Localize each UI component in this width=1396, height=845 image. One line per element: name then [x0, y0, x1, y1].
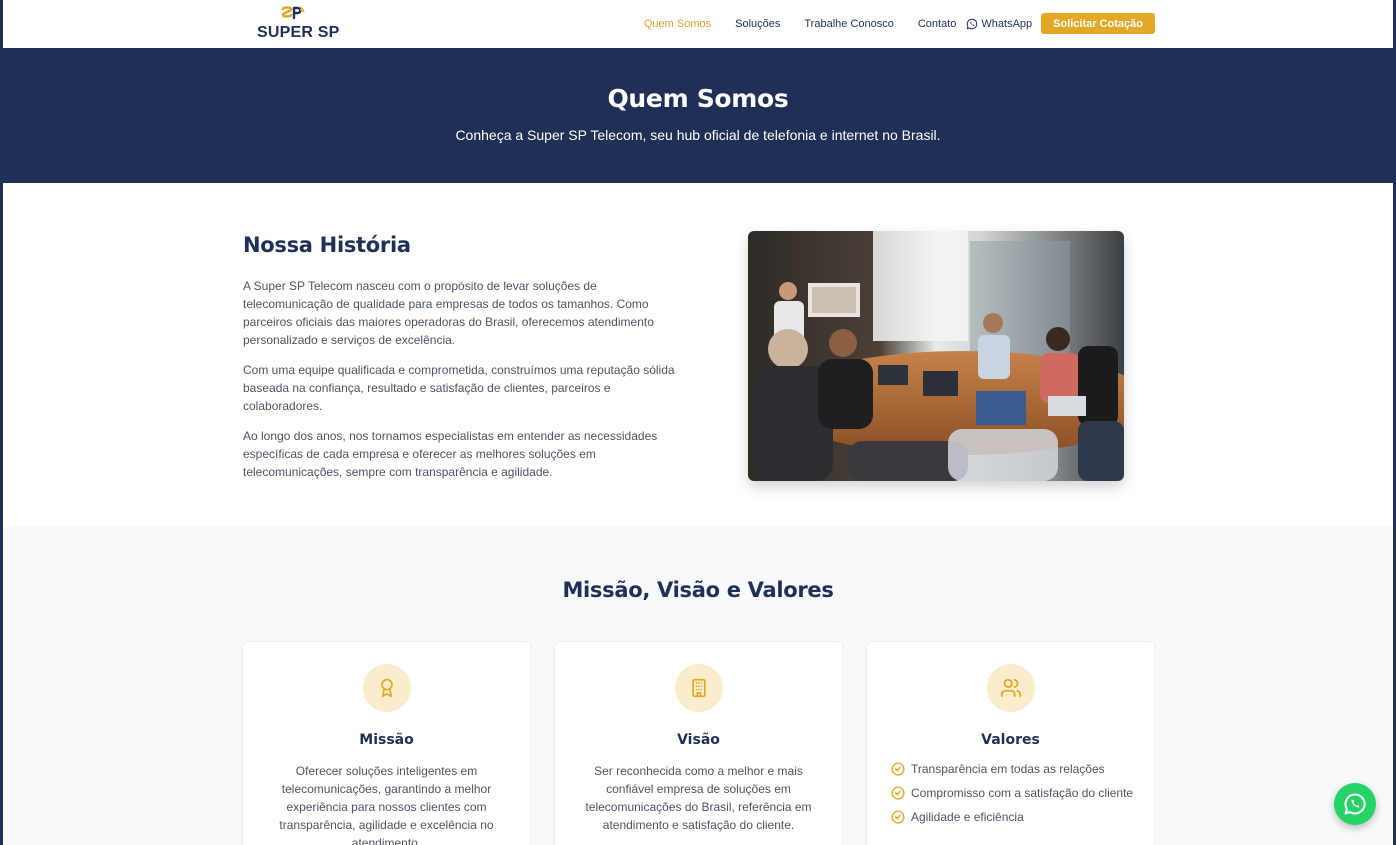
whatsapp-label: WhatsApp [981, 17, 1033, 30]
vision-card-title: Visão [677, 732, 720, 748]
values-card-title: Valores [981, 732, 1040, 748]
award-icon [380, 678, 393, 698]
site-header: SUPER SP Quem Somos Soluções Trabalhe Co… [3, 0, 1393, 48]
team-meeting-photo [748, 231, 1124, 481]
nav-link-trabalhe-conosco[interactable]: Trabalhe Conosco [804, 18, 893, 30]
super-sp-logo[interactable]: SUPER SP [257, 6, 340, 44]
hero-banner: Quem Somos Conheça a Super SP Telecom, s… [3, 48, 1393, 183]
vision-card: Visão Ser reconhecida como a melhor e ma… [554, 641, 843, 845]
main-nav: Quem Somos Soluções Trabalhe Conosco Con… [620, 13, 1155, 34]
values-card: Valores Transparência em todas as relaçõ… [866, 641, 1155, 845]
history-paragraph-2: Com uma equipe qualificada e comprometid… [243, 363, 675, 413]
whatsapp-icon [967, 18, 978, 29]
values-item-text: Compromisso com a satisfação do cliente [911, 786, 1134, 800]
history-section: Nossa História A Super SP Telecom nasceu… [3, 183, 1393, 527]
mission-icon-circle [362, 664, 411, 712]
mission-card-title: Missão [359, 732, 414, 748]
vision-card-text: Ser reconhecida como a melhor e mais con… [585, 764, 812, 832]
list-item: Agilidade e eficiência [891, 808, 1154, 826]
values-item-text: Agilidade e eficiência [911, 810, 1024, 824]
nav-link-whatsapp[interactable]: WhatsApp [966, 18, 1032, 30]
users-icon [1000, 678, 1021, 698]
mission-card-text: Oferecer soluções inteligentes em teleco… [279, 764, 494, 845]
values-item-text: Transparência em todas as relações [911, 762, 1105, 776]
check-circle-icon [891, 786, 905, 800]
values-icon-circle [986, 664, 1035, 712]
vision-icon-circle [674, 664, 723, 712]
whatsapp-icon [1344, 793, 1366, 815]
history-paragraph-3: Ao longo dos anos, nos tornamos especial… [243, 429, 658, 479]
list-item: Transparência em todas as relações [891, 760, 1154, 778]
check-circle-icon [891, 762, 905, 776]
list-item: Compromisso com a satisfação do cliente [891, 784, 1154, 802]
values-list: Transparência em todas as relações Compr… [891, 760, 1154, 826]
building-icon [691, 678, 706, 698]
logo-mark-icon [281, 6, 305, 20]
nav-link-quem-somos[interactable]: Quem Somos [644, 18, 711, 30]
mission-section-title: Missão, Visão e Valores [562, 578, 834, 602]
history-title: Nossa História [243, 233, 411, 257]
request-quote-button[interactable]: Solicitar Cotação [1041, 13, 1155, 34]
mission-vision-values-section: Missão, Visão e Valores Missão Oferecer … [3, 527, 1393, 845]
page-subtitle: Conheça a Super SP Telecom, seu hub ofic… [455, 127, 941, 143]
history-paragraph-1: A Super SP Telecom nasceu com o propósit… [243, 279, 654, 347]
nav-link-solucoes[interactable]: Soluções [735, 18, 780, 30]
check-circle-icon [891, 810, 905, 824]
nav-link-contato[interactable]: Contato [918, 18, 957, 30]
mission-card: Missão Oferecer soluções inteligentes em… [242, 641, 531, 845]
page-title: Quem Somos [607, 84, 789, 113]
history-text: A Super SP Telecom nasceu com o propósit… [243, 277, 688, 493]
whatsapp-floating-button[interactable] [1334, 783, 1376, 825]
logo-text: SUPER SP [257, 24, 340, 41]
